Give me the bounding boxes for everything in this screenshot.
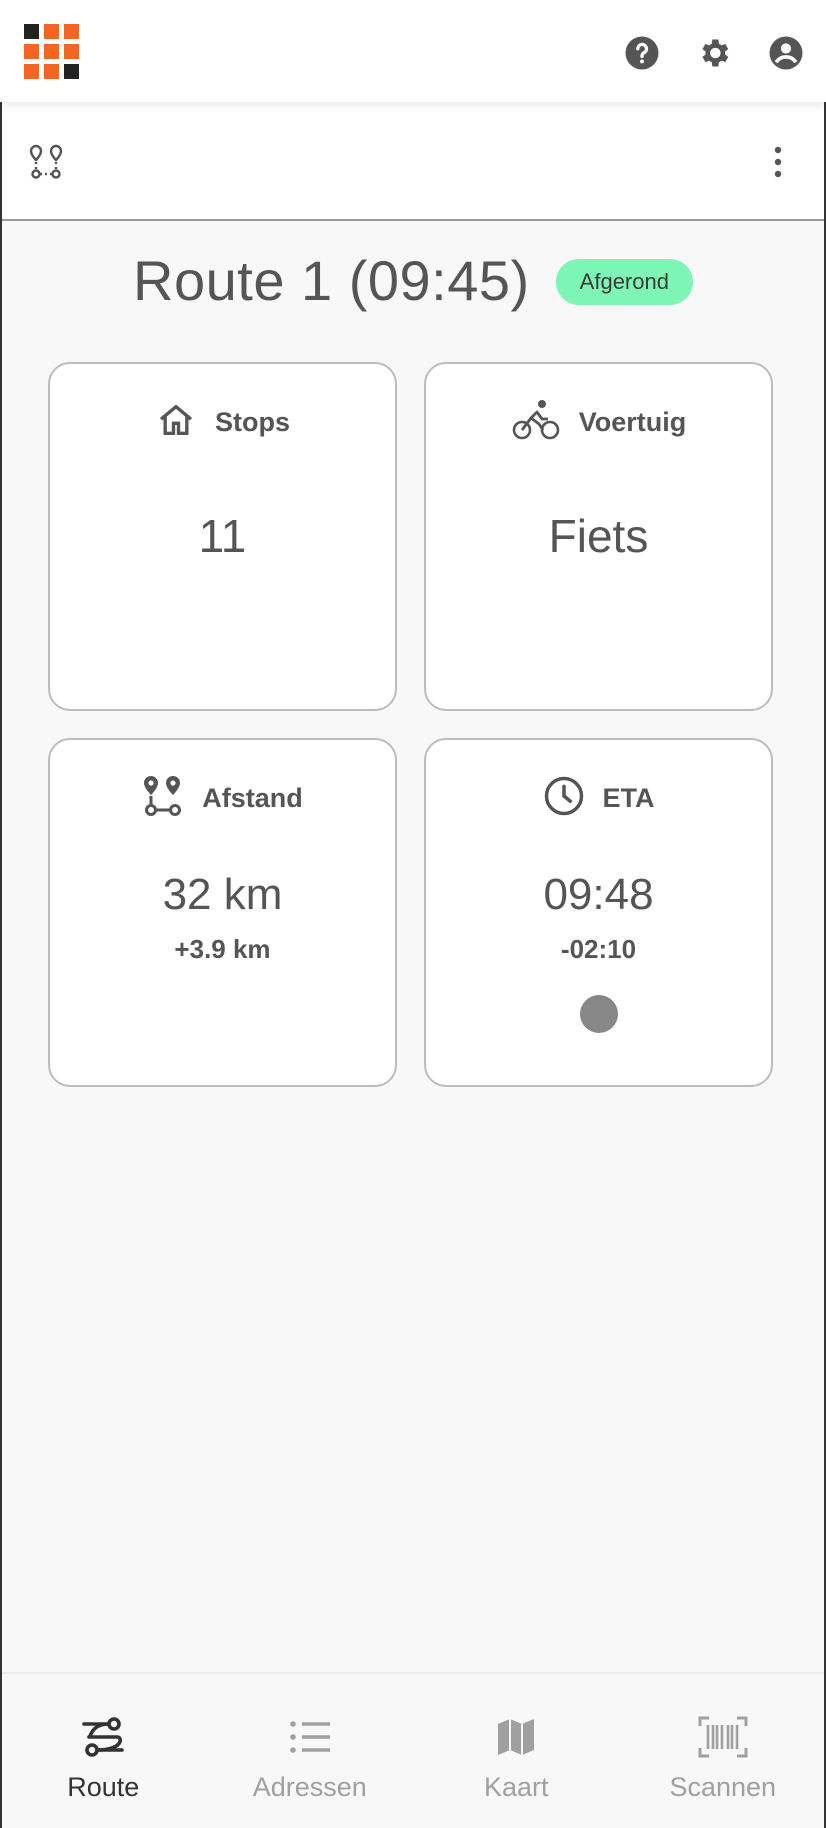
distance-card[interactable]: Afstand 32 km +3.9 km: [48, 738, 397, 1087]
account-icon[interactable]: [762, 30, 810, 76]
more-vertical-icon[interactable]: [766, 142, 790, 182]
map-icon: [490, 1714, 542, 1760]
eta-delta: -02:10: [560, 934, 637, 964]
bottom-navigation: Route Adressen Kaart Scannen: [0, 1672, 826, 1828]
nav-map-label: Kaart: [483, 1772, 549, 1802]
eta-value: 09:48: [543, 870, 654, 919]
help-icon[interactable]: [618, 30, 666, 76]
list-icon: [284, 1714, 336, 1760]
route-toolbar: [0, 102, 826, 221]
eta-label: ETA: [602, 782, 655, 813]
route-title: Route 1 (09:45): [133, 248, 530, 312]
app-bar: [0, 0, 826, 102]
nav-scan-label: Scannen: [669, 1772, 777, 1802]
grid-logo[interactable]: [24, 24, 80, 80]
vehicle-card[interactable]: Voertuig Fiets: [424, 362, 773, 711]
clock-icon: [543, 775, 585, 822]
eta-status-indicator: [580, 995, 618, 1033]
nav-route-label: Route: [67, 1772, 140, 1802]
distance-label: Afstand: [202, 782, 303, 813]
nav-addresses[interactable]: Adressen: [207, 1674, 414, 1828]
eta-card[interactable]: ETA 09:48 -02:10: [424, 738, 773, 1087]
nav-route[interactable]: Route: [0, 1674, 207, 1828]
distance-value: 32 km: [162, 870, 283, 919]
vehicle-label: Voertuig: [578, 406, 687, 437]
settings-icon[interactable]: [690, 30, 738, 76]
route-pins-icon: [142, 774, 184, 823]
stops-card[interactable]: Stops 11: [48, 362, 397, 711]
route-icon[interactable]: [28, 142, 68, 182]
home-icon: [155, 400, 197, 445]
nav-map[interactable]: Kaart: [413, 1674, 620, 1828]
distance-delta: +3.9 km: [174, 934, 271, 964]
vehicle-value: Fiets: [548, 510, 649, 562]
barcode-icon: [697, 1714, 749, 1760]
nav-addresses-label: Adressen: [252, 1772, 367, 1802]
stops-label: Stops: [214, 406, 290, 437]
bike-icon: [511, 398, 561, 447]
nav-scan[interactable]: Scannen: [620, 1674, 826, 1828]
status-badge: Afgerond: [555, 259, 693, 305]
stops-value: 11: [198, 510, 247, 562]
route-heading: Route 1 (09:45) Afgerond: [0, 240, 826, 320]
route-icon: [77, 1714, 129, 1760]
